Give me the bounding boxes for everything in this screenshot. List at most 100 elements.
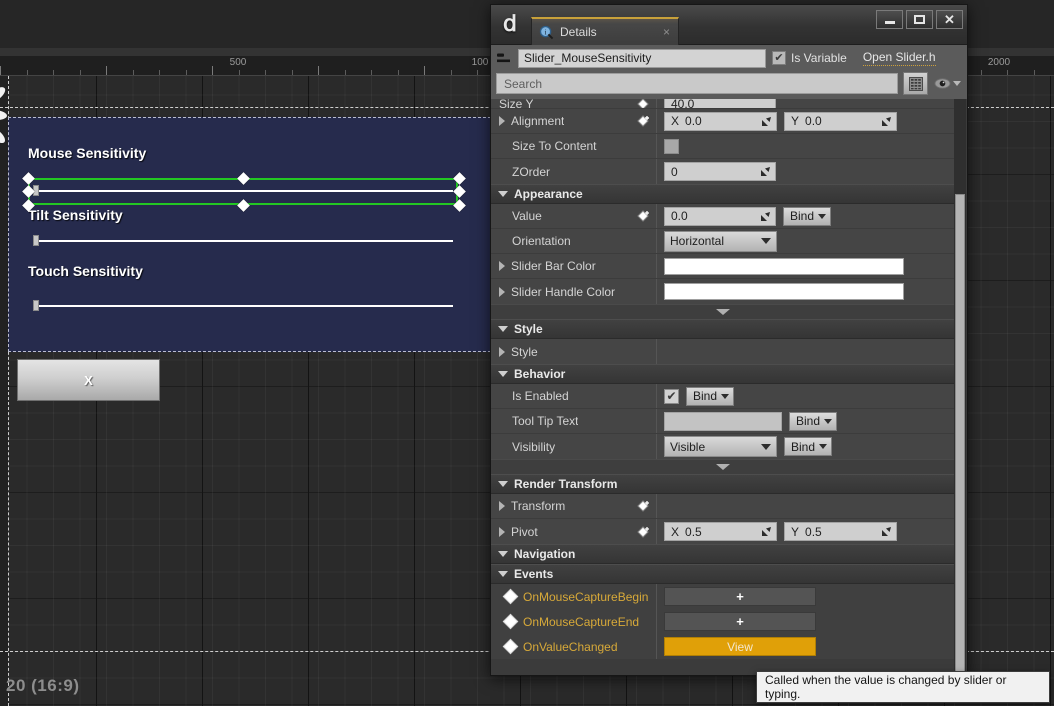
property-value-visibility[interactable]: Visible Bind <box>657 434 954 459</box>
property-value-size-to-content[interactable] <box>657 134 954 158</box>
property-value-is-enabled[interactable]: ✔ Bind <box>657 384 954 408</box>
property-value-size-y[interactable]: 40.0 <box>657 99 954 108</box>
widget-name-input[interactable]: Slider_MouseSensitivity <box>518 48 766 68</box>
slider-handle-touch[interactable] <box>33 300 39 311</box>
tab-close-icon[interactable]: × <box>643 26 670 38</box>
property-row-tooltip-text[interactable]: Tool Tip Text Bind <box>491 409 954 434</box>
pivot-y-input[interactable]: Y 0.5 <box>784 522 897 541</box>
open-source-link[interactable]: Open Slider.h <box>862 50 936 66</box>
maximize-button[interactable] <box>906 10 933 29</box>
property-value-zorder[interactable]: 0 <box>657 159 954 184</box>
collapse-arrow-icon[interactable] <box>498 191 508 197</box>
expand-arrow-icon[interactable] <box>499 346 505 357</box>
widget-name-bar[interactable]: Slider_MouseSensitivity ✔ Is Variable Op… <box>491 45 967 71</box>
spinner-icon[interactable] <box>880 115 893 128</box>
appearance-show-more[interactable] <box>491 304 954 319</box>
bind-pin-icon[interactable] <box>636 209 650 223</box>
bind-pin-icon[interactable] <box>636 99 650 108</box>
event-row-on-mouse-capture-end[interactable]: OnMouseCaptureEnd + <box>491 609 954 634</box>
spinner-icon[interactable] <box>760 525 773 538</box>
window-titlebar[interactable]: ⅾ i Details × ✕ <box>491 5 967 45</box>
property-list[interactable]: Size Y 40.0 Alignment X 0.0 Y 0.0 Size T… <box>491 99 967 675</box>
tooltip-text-input[interactable] <box>664 411 782 431</box>
expand-arrow-icon[interactable] <box>499 261 505 271</box>
close-x-button-widget[interactable]: X <box>17 359 160 401</box>
chevron-down-icon[interactable] <box>952 81 961 86</box>
minimize-button[interactable] <box>876 10 903 29</box>
add-event-on-mouse-capture-end[interactable]: + <box>664 612 816 631</box>
property-row-slider-bar-color[interactable]: Slider Bar Color <box>491 254 954 279</box>
expand-arrow-icon[interactable] <box>499 286 505 297</box>
view-event-on-value-changed[interactable]: View <box>664 637 816 656</box>
visibility-dropdown[interactable]: Visible <box>664 436 777 457</box>
section-header-behavior[interactable]: Behavior <box>491 364 954 384</box>
orientation-dropdown[interactable]: Horizontal <box>664 230 777 252</box>
collapse-arrow-icon[interactable] <box>498 551 508 557</box>
expand-arrow-icon[interactable] <box>499 116 505 126</box>
spinner-icon[interactable] <box>759 165 772 178</box>
property-row-visibility[interactable]: Visibility Visible Bind <box>491 434 954 459</box>
property-value-pivot[interactable]: X 0.5 Y 0.5 <box>657 519 954 544</box>
column-view-icon[interactable] <box>903 72 928 95</box>
preview-canvas-panel[interactable]: Mouse Sensitivity Tilt Sensitivity Touch… <box>8 117 491 352</box>
property-row-is-enabled[interactable]: Is Enabled ✔ Bind <box>491 384 954 409</box>
is-enabled-bind-button[interactable]: Bind <box>686 386 735 406</box>
zorder-input[interactable]: 0 <box>664 162 776 181</box>
expand-arrow-icon[interactable] <box>499 526 505 537</box>
property-row-value[interactable]: Value 0.0 Bind <box>491 204 954 229</box>
bind-pin-icon[interactable] <box>636 114 650 128</box>
is-variable-checkbox-group[interactable]: ✔ Is Variable <box>772 51 847 65</box>
property-value-tooltip-text[interactable]: Bind <box>657 409 954 433</box>
slider-track-tilt[interactable] <box>33 240 453 242</box>
property-value-style[interactable] <box>657 339 954 364</box>
visibility-eye-button[interactable] <box>933 73 961 95</box>
section-header-navigation[interactable]: Navigation <box>491 544 954 564</box>
property-scrollbar[interactable] <box>954 99 966 675</box>
slider-track-mouse[interactable] <box>33 190 453 192</box>
collapse-arrow-icon[interactable] <box>498 326 508 332</box>
property-row-size-y[interactable]: Size Y 40.0 <box>491 99 954 109</box>
spinner-icon[interactable] <box>759 210 772 223</box>
tab-details[interactable]: i Details × <box>531 17 679 45</box>
tooltip-bind-button[interactable]: Bind <box>789 411 838 431</box>
section-header-style[interactable]: Style <box>491 319 954 339</box>
collapse-arrow-icon[interactable] <box>498 481 508 487</box>
property-row-orientation[interactable]: Orientation Horizontal <box>491 229 954 254</box>
search-input[interactable]: Search <box>496 73 898 94</box>
slider-track-touch[interactable] <box>33 305 453 307</box>
section-header-render-transform[interactable]: Render Transform <box>491 474 954 494</box>
slider-handle-color-swatch[interactable] <box>664 283 904 300</box>
property-value-orientation[interactable]: Horizontal <box>657 229 954 253</box>
value-bind-button[interactable]: Bind <box>783 206 832 226</box>
behavior-show-more[interactable] <box>491 459 954 474</box>
property-row-slider-handle-color[interactable]: Slider Handle Color <box>491 279 954 304</box>
collapse-arrow-icon[interactable] <box>498 371 508 377</box>
is-enabled-checkbox[interactable]: ✔ <box>664 388 679 404</box>
property-row-style[interactable]: Style <box>491 339 954 364</box>
close-button[interactable]: ✕ <box>936 10 963 29</box>
event-row-on-value-changed[interactable]: OnValueChanged View <box>491 634 954 659</box>
section-header-appearance[interactable]: Appearance <box>491 184 954 204</box>
collapse-arrow-icon[interactable] <box>498 571 508 577</box>
pivot-x-input[interactable]: X 0.5 <box>664 522 777 541</box>
value-input[interactable]: 0.0 <box>664 206 776 226</box>
expand-arrow-icon[interactable] <box>499 501 505 511</box>
spinner-icon[interactable] <box>880 525 893 538</box>
size-to-content-checkbox[interactable] <box>664 138 679 154</box>
search-bar[interactable]: Search <box>491 71 967 99</box>
vertical-ruler[interactable] <box>0 76 8 706</box>
window-controls[interactable]: ✕ <box>876 10 963 29</box>
bind-pin-icon[interactable] <box>636 525 650 539</box>
details-window[interactable]: ⅾ i Details × ✕ Slider_MouseSensitivity … <box>490 4 968 676</box>
alignment-y-input[interactable]: Y 0.0 <box>784 111 897 131</box>
visibility-bind-button[interactable]: Bind <box>784 437 833 456</box>
spinner-icon[interactable] <box>760 115 773 128</box>
property-row-zorder[interactable]: ZOrder 0 <box>491 159 954 184</box>
slider-handle-tilt[interactable] <box>33 235 39 246</box>
size-y-input[interactable]: 40.0 <box>664 99 776 108</box>
event-row-on-mouse-capture-begin[interactable]: OnMouseCaptureBegin + <box>491 584 954 609</box>
property-value-transform[interactable] <box>657 494 954 518</box>
add-event-on-mouse-capture-begin[interactable]: + <box>664 587 816 606</box>
property-row-transform[interactable]: Transform <box>491 494 954 519</box>
property-value-slider-handle-color[interactable] <box>657 279 954 304</box>
